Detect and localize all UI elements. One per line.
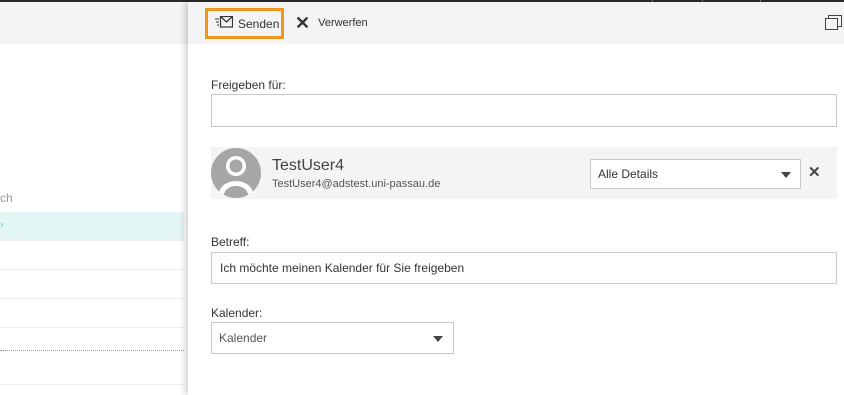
background-selected-row[interactable]: › xyxy=(0,212,184,240)
recipient-name: TestUser4 xyxy=(272,157,345,174)
remove-icon[interactable]: ✕ xyxy=(808,163,821,181)
permission-select[interactable]: Alle Details xyxy=(590,159,801,189)
background-list-pane: ch › xyxy=(0,2,188,395)
background-row-marker: › xyxy=(0,219,4,231)
calendar-value: Kalender xyxy=(219,331,268,345)
divider xyxy=(0,384,184,385)
calendar-select[interactable]: Kalender xyxy=(211,322,454,354)
background-toolbar xyxy=(0,2,188,44)
divider xyxy=(0,298,184,299)
subject-label: Betreff: xyxy=(211,235,250,249)
dotted-divider xyxy=(0,350,184,351)
send-button[interactable]: Senden xyxy=(205,8,284,39)
share-calendar-panel: Senden ✕ Verwerfen Freigeben für: TestUs… xyxy=(188,2,844,395)
discard-button[interactable]: ✕ Verwerfen xyxy=(295,8,368,38)
recipient-email: TestUser4@adstest.uni-passau.de xyxy=(272,178,441,190)
popout-icon[interactable] xyxy=(825,15,842,33)
share-with-label: Freigeben für: xyxy=(211,78,286,92)
background-column-header: ch xyxy=(0,191,13,205)
close-icon: ✕ xyxy=(295,13,311,33)
recipient-card: TestUser4 TestUser4@adstest.uni-passau.d… xyxy=(211,147,837,199)
divider xyxy=(0,240,184,241)
divider xyxy=(0,327,184,328)
permission-value: Alle Details xyxy=(598,167,659,181)
subject-input[interactable] xyxy=(211,252,837,284)
chevron-down-icon xyxy=(433,336,443,342)
send-button-label: Senden xyxy=(238,16,280,31)
chevron-down-icon xyxy=(781,172,791,178)
divider xyxy=(0,269,184,270)
avatar-icon xyxy=(211,148,261,198)
discard-button-label: Verwerfen xyxy=(318,17,368,29)
command-bar: Senden ✕ Verwerfen xyxy=(188,2,844,44)
share-with-input[interactable] xyxy=(211,94,837,127)
calendar-label: Kalender: xyxy=(211,306,263,320)
send-mail-icon xyxy=(215,15,234,31)
